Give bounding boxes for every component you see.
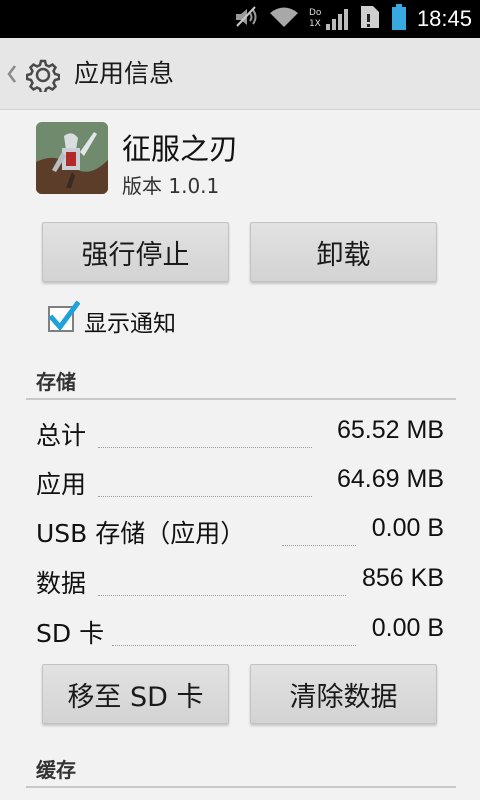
storage-row-data: 数据 856 KB [36,564,444,604]
back-chevron-icon[interactable] [6,62,18,86]
row-value: 856 KB [361,564,444,592]
cell-signal-icon: Do 1X [309,5,349,33]
row-value: 0.00 B [371,614,444,642]
network-speed-label: 1X [308,19,321,29]
sim-icon [359,4,381,34]
network-type-label: Do [308,8,322,18]
cache-section-header: 缓存 [36,758,76,782]
gear-icon[interactable] [25,58,61,95]
mute-icon [233,5,259,33]
status-time: 18:45 [416,6,472,31]
app-version: 版本 1.0.1 [122,174,220,198]
leader-dots [98,447,312,448]
row-value: 0.00 B [371,514,444,542]
storage-section-header: 存储 [36,370,76,394]
storage-row-usb: USB 存储（应用） 0.00 B [36,514,444,554]
action-bar: 应用信息 [0,38,480,110]
clear-data-button[interactable]: 清除数据 [250,664,437,724]
show-notification-checkbox[interactable] [48,300,80,332]
app-name: 征服之刃 [122,132,239,166]
show-notification-label[interactable]: 显示通知 [84,304,176,338]
move-to-sd-button[interactable]: 移至 SD 卡 [42,664,229,724]
page-title: 应用信息 [74,59,175,88]
leader-dots [98,496,312,497]
row-value: 65.52 MB [336,416,444,444]
app-icon [36,122,108,194]
battery-icon [391,3,407,35]
leader-dots [98,595,346,596]
status-icons: Do 1X 18:45 [233,0,472,38]
row-label: 总计 [36,421,87,450]
storage-divider [26,398,456,400]
storage-row-sd: SD 卡 0.00 B [36,614,444,654]
leader-dots [112,645,356,646]
checkmark-icon [48,300,80,331]
row-label: USB 存储（应用） [36,519,246,548]
row-label: 数据 [36,569,87,598]
force-stop-button[interactable]: 强行停止 [42,222,229,282]
status-bar: Do 1X 18:45 [0,0,480,38]
cache-divider [26,786,456,788]
storage-row-total: 总计 65.52 MB [36,416,444,456]
leader-dots [282,545,356,546]
uninstall-button[interactable]: 卸载 [250,222,437,282]
row-label: SD 卡 [36,619,105,648]
storage-row-app: 应用 64.69 MB [36,465,444,505]
row-value: 64.69 MB [336,465,444,493]
row-label: 应用 [36,470,87,499]
wifi-icon [269,5,299,33]
